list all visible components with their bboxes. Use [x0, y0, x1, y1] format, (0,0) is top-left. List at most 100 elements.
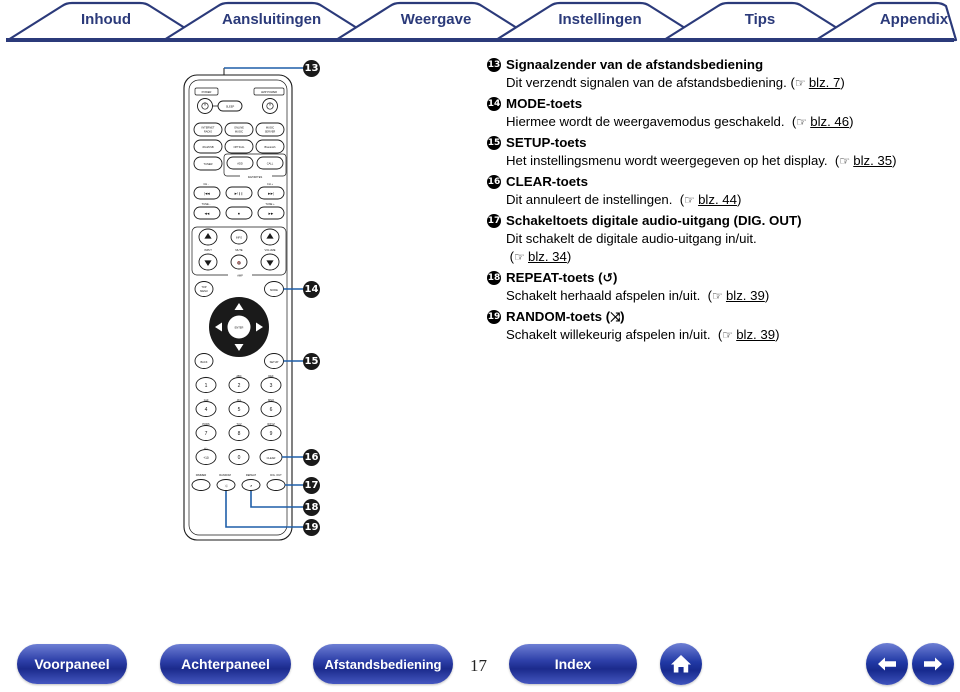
item-16-page-ref[interactable]: blz. 44 [698, 192, 737, 207]
item-13-heading: 13 Signaalzender van de afstandsbedienin… [487, 56, 947, 73]
tab-weergave[interactable]: Weergave [396, 8, 476, 32]
tab-bar-rule [6, 38, 954, 42]
svg-text:MODE: MODE [270, 288, 278, 292]
item-17-page-ref[interactable]: blz. 34 [528, 249, 567, 264]
footer-index-button[interactable]: Index [509, 644, 637, 684]
item-19-body: Schakelt willekeurig afspelen in/uit. (☞… [506, 326, 947, 344]
svg-text:CLEAR: CLEAR [267, 456, 276, 460]
item-17-body: Dit schakelt de digitale audio-uitgang i… [506, 230, 947, 266]
home-icon [671, 655, 691, 673]
svg-text:▶/❙❙: ▶/❙❙ [235, 192, 244, 196]
footer-next-button[interactable] [912, 643, 954, 685]
svg-text:ADD: ADD [237, 162, 243, 166]
arrow-left-icon [878, 657, 896, 671]
pointing-hand-icon: ☞ [712, 289, 723, 303]
svg-text:RADIO: RADIO [204, 130, 212, 134]
item-16-title: CLEAR-toets [506, 174, 588, 189]
item-15-text: Het instellingsmenu wordt weergegeven op… [506, 153, 828, 168]
callout-15: 15 [303, 353, 320, 370]
item-15-title: SETUP-toets [506, 135, 587, 150]
item-17-number: 17 [487, 214, 501, 228]
svg-text:▶▶|: ▶▶| [268, 192, 274, 196]
pointing-hand-icon: ☞ [796, 115, 807, 129]
tab-tips[interactable]: Tips [726, 8, 794, 32]
svg-text:MUSIC: MUSIC [266, 126, 274, 130]
pointing-hand-icon: ☞ [684, 193, 695, 207]
svg-text:🔇: 🔇 [237, 261, 241, 265]
svg-text:1: 1 [205, 383, 208, 389]
pointing-hand-icon: ☞ [794, 76, 806, 90]
item-13-page-ref[interactable]: blz. 7 [809, 75, 841, 90]
svg-text:5: 5 [238, 407, 241, 413]
callout-13: 13 [303, 60, 320, 77]
item-19-reference[interactable]: (☞ blz. 39) [714, 327, 780, 342]
callout-19: 19 [303, 519, 320, 536]
list-item-15: 15 SETUP-toets Het instellingsmenu wordt… [487, 134, 947, 170]
item-16-text: Dit annuleert de instellingen. [506, 192, 673, 207]
footer-home-button[interactable] [660, 643, 702, 685]
arrow-right-icon [924, 657, 942, 671]
item-17-reference[interactable]: (☞ blz. 34) [506, 249, 572, 264]
item-19-title-suffix: ) [620, 309, 625, 324]
item-14-heading: 14 MODE-toets [487, 95, 947, 112]
svg-text:▶▶: ▶▶ [269, 212, 274, 216]
footer-prev-button[interactable] [866, 643, 908, 685]
footer-achterpaneel-button[interactable]: Achterpaneel [160, 644, 291, 684]
item-16-reference[interactable]: (☞ blz. 44) [676, 192, 742, 207]
item-18-page-ref[interactable]: blz. 39 [726, 288, 765, 303]
item-15-body: Het instellingsmenu wordt weergegeven op… [506, 152, 947, 170]
item-13-number: 13 [487, 58, 501, 72]
list-item-17: 17 Schakeltoets digitale audio-uitgang (… [487, 212, 947, 266]
item-19-page-ref[interactable]: blz. 39 [736, 327, 775, 342]
svg-text:7: 7 [205, 431, 208, 437]
item-19-text: Schakelt willekeurig afspelen in/uit. [506, 327, 711, 342]
svg-text:9: 9 [270, 431, 273, 437]
svg-text:CH +: CH + [267, 182, 273, 186]
item-14-reference[interactable]: (☞ blz. 46) [788, 114, 854, 129]
pointing-hand-icon: ☞ [514, 250, 525, 264]
footer-voorpaneel-button[interactable]: Voorpaneel [17, 644, 127, 684]
repeat-icon: ↺ [602, 270, 614, 285]
item-16-body: Dit annuleert de instellingen. (☞ blz. 4… [506, 191, 947, 209]
item-15-reference[interactable]: (☞ blz. 35) [831, 153, 897, 168]
tab-inhoud[interactable]: Inhoud [72, 8, 140, 32]
svg-text:BACK: BACK [200, 360, 207, 364]
svg-text:TOP: TOP [201, 285, 207, 289]
item-19-title: RANDOM-toets ( [506, 309, 611, 324]
item-15-number: 15 [487, 136, 501, 150]
item-16-heading: 16 CLEAR-toets [487, 173, 947, 190]
svg-text:4: 4 [205, 407, 208, 413]
svg-text:2: 2 [238, 383, 241, 389]
item-13-reference[interactable]: (☞ blz. 7) [790, 75, 844, 90]
svg-text:CALL: CALL [267, 162, 274, 166]
svg-text:DIMMER: DIMMER [196, 473, 207, 477]
svg-text:MENU: MENU [200, 289, 208, 293]
item-17-title: Schakeltoets digitale audio-uitgang (DIG… [506, 213, 802, 228]
list-item-18: 18 REPEAT-toets (↺) Schakelt herhaald af… [487, 269, 947, 305]
svg-text:8: 8 [238, 431, 241, 437]
item-13-text: Dit verzendt signalen van de afstandsbed… [506, 75, 787, 90]
tab-aansluitingen[interactable]: Aansluitingen [222, 8, 321, 32]
item-13-body: Dit verzendt signalen van de afstandsbed… [506, 74, 947, 92]
svg-text:⤭: ⤭ [225, 484, 228, 488]
svg-text:MUSIC: MUSIC [235, 130, 243, 134]
svg-text:AMP POWER: AMP POWER [261, 90, 277, 94]
svg-text:ENTER: ENTER [235, 325, 244, 329]
tab-appendix[interactable]: Appendix [878, 8, 950, 32]
item-14-title: MODE-toets [506, 96, 583, 111]
svg-text:POWER: POWER [202, 90, 212, 94]
item-18-title-suffix: ) [613, 270, 618, 285]
svg-text:|◀◀: |◀◀ [204, 192, 210, 196]
svg-text:TUNE -: TUNE - [202, 202, 211, 206]
list-item-13: 13 Signaalzender van de afstandsbedienin… [487, 56, 947, 92]
tab-instellingen[interactable]: Instellingen [556, 8, 644, 32]
item-18-reference[interactable]: (☞ blz. 39) [704, 288, 770, 303]
svg-text:VOLUME: VOLUME [265, 248, 276, 252]
svg-text:■: ■ [238, 212, 240, 216]
item-14-page-ref[interactable]: blz. 46 [810, 114, 849, 129]
item-16-number: 16 [487, 175, 501, 189]
footer-afstandsbediening-button[interactable]: Afstandsbediening [313, 644, 453, 684]
item-18-number: 18 [487, 271, 501, 285]
list-item-14: 14 MODE-toets Hiermee wordt de weergavem… [487, 95, 947, 131]
item-15-page-ref[interactable]: blz. 35 [853, 153, 892, 168]
